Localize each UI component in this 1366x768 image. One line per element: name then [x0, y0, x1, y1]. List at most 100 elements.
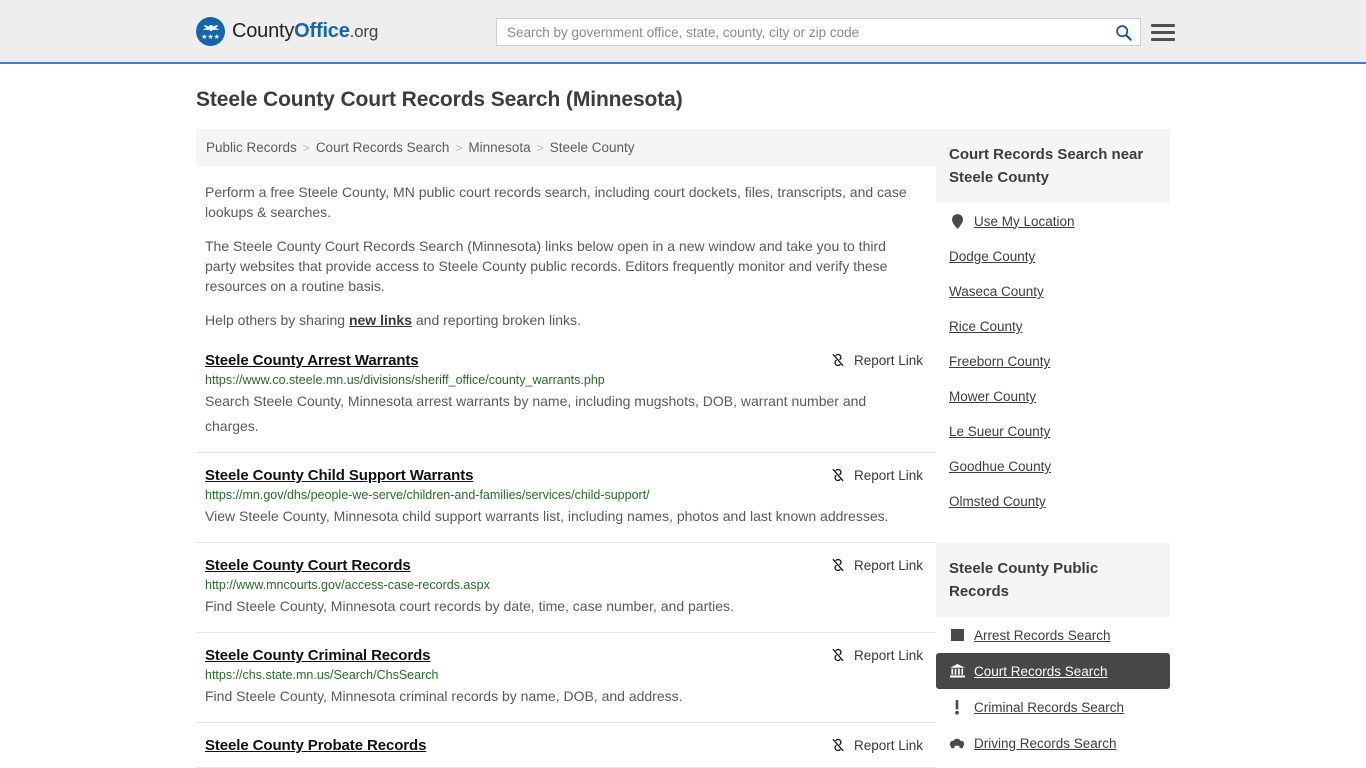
result-url: https://mn.gov/dhs/people-we-serve/child…	[205, 488, 650, 502]
intro-text: Perform a free Steele County, MN public …	[196, 182, 936, 330]
nearby-county-link[interactable]: Rice County	[936, 309, 1170, 344]
exclamation-icon	[955, 699, 959, 715]
result-item: Steele County Court Records Report Link h…	[196, 543, 936, 633]
result-header: Steele County Court Records Report Link	[205, 557, 936, 574]
hamburger-bar-1	[1151, 23, 1175, 27]
result-header: Steele County Child Support Warrants Rep…	[205, 467, 936, 484]
report-link-button[interactable]: Report Link	[830, 557, 936, 573]
report-link-label: Report Link	[853, 647, 923, 663]
public-records-box: Steele County Public Records Arrest Reco…	[936, 543, 1170, 768]
nearby-county-link[interactable]: Freeborn County	[936, 344, 1170, 379]
nearby-county-link[interactable]: Le Sueur County	[936, 414, 1170, 449]
car-icon	[949, 738, 965, 748]
broken-link-icon	[832, 468, 844, 482]
broken-link-icon	[832, 353, 844, 367]
site-logo[interactable]: ★★★ CountyOffice.org	[196, 16, 378, 46]
list-item: Use My Location	[936, 203, 1170, 239]
public-records-link[interactable]: Arrest Records Search	[936, 617, 1170, 653]
page-title: Steele County Court Records Search (Minn…	[196, 88, 683, 111]
broken-link-icon	[832, 648, 844, 662]
public-records-link[interactable]: Driving Records Search	[936, 725, 1170, 761]
public-records-label: Arrest Records Search	[974, 627, 1111, 643]
intro-p3-before: Help others by sharing	[205, 312, 349, 328]
result-title-link[interactable]: Steele County Court Records	[205, 557, 411, 574]
report-link-label: Report Link	[853, 737, 923, 753]
result-url: https://chs.state.mn.us/Search/ChsSearch	[205, 668, 439, 682]
result-description: Find Steele County, Minnesota court reco…	[205, 598, 734, 614]
nearby-county-label: Mower County	[949, 389, 1037, 404]
nearby-county-link[interactable]: Olmsted County	[936, 484, 1170, 519]
logo-text-county: County	[232, 19, 295, 42]
nearby-county-link[interactable]: Mower County	[936, 379, 1170, 414]
courthouse-icon	[949, 664, 965, 678]
result-url: http://www.mncourts.gov/access-case-reco…	[205, 578, 490, 592]
site-logo-text: CountyOffice.org	[232, 20, 378, 43]
public-records-heading: Steele County Public Records	[936, 543, 1170, 617]
breadcrumb-separator-0: >	[302, 140, 310, 155]
result-description: Find Steele County, Minnesota criminal r…	[205, 688, 683, 704]
public-records-label: Court Records Search	[974, 663, 1108, 679]
result-url: https://www.co.steele.mn.us/divisions/sh…	[205, 373, 605, 387]
list-item: Criminal Records Search	[936, 689, 1170, 725]
result-title-link[interactable]: Steele County Child Support Warrants	[205, 467, 473, 484]
public-records-link[interactable]: Court Records Search	[936, 653, 1170, 689]
nearby-county-list: Use My Location Dodge County Waseca County…	[936, 203, 1170, 519]
nearby-searches-box: Court Records Search near Steele County …	[936, 129, 1170, 519]
list-item: Driving Records Search	[936, 725, 1170, 761]
breadcrumb-separator-2: >	[536, 140, 544, 155]
search-icon	[1115, 24, 1132, 41]
list-item: Rice County	[936, 309, 1170, 344]
list-item: Dodge County	[936, 239, 1170, 274]
report-link-button[interactable]: Report Link	[830, 737, 936, 753]
nearby-county-label: Freeborn County	[949, 354, 1051, 369]
content-columns: Public Records > Court Records Search > …	[196, 129, 1366, 768]
logo-text-office: Office	[294, 19, 350, 42]
result-title-link[interactable]: Steele County Probate Records	[205, 737, 426, 754]
stars-glyph: ★★★	[201, 33, 220, 41]
nearby-searches-heading: Court Records Search near Steele County	[936, 129, 1170, 203]
breadcrumb-item-3[interactable]: Steele County	[550, 140, 635, 155]
report-link-button[interactable]: Report Link	[830, 467, 936, 483]
new-links-link[interactable]: new links	[349, 312, 412, 328]
courthouse-icon	[949, 663, 965, 679]
list-item: Court Records Search	[936, 653, 1170, 689]
hamburger-bar-2	[1151, 30, 1175, 34]
main-column: Public Records > Court Records Search > …	[196, 129, 936, 768]
search-input[interactable]	[497, 19, 1106, 45]
search-bar[interactable]	[496, 18, 1141, 46]
result-title-link[interactable]: Steele County Arrest Warrants	[205, 352, 419, 369]
map-pin-icon	[951, 213, 963, 229]
nearby-county-label: Goodhue County	[949, 459, 1052, 474]
list-item: Le Sueur County	[936, 414, 1170, 449]
nearby-county-link[interactable]: Dodge County	[936, 239, 1170, 274]
breadcrumb-item-2[interactable]: Minnesota	[468, 140, 530, 155]
intro-paragraph-2: The Steele County Court Records Search (…	[205, 238, 888, 294]
breadcrumb-item-1[interactable]: Court Records Search	[316, 140, 450, 155]
list-item: Goodhue County	[936, 449, 1170, 484]
result-item: Steele County Arrest Warrants Report Lin…	[196, 352, 936, 453]
breadcrumb: Public Records > Court Records Search > …	[196, 129, 936, 166]
search-button[interactable]	[1106, 19, 1140, 45]
car-icon	[949, 735, 965, 751]
map-pin-icon	[949, 213, 965, 229]
eagle-glyph	[202, 24, 219, 31]
public-records-link[interactable]: Criminal Records Search	[936, 689, 1170, 725]
breadcrumb-item-0[interactable]: Public Records	[206, 140, 297, 155]
result-description: View Steele County, Minnesota child supp…	[205, 508, 889, 524]
result-header: Steele County Arrest Warrants Report Lin…	[205, 352, 936, 369]
nearby-county-link[interactable]: Goodhue County	[936, 449, 1170, 484]
public-records-list: Arrest Records Search Court Records Searc…	[936, 617, 1170, 768]
site-header: ★★★ CountyOffice.org	[0, 0, 1366, 64]
report-link-label: Report Link	[853, 467, 923, 483]
public-records-link[interactable]: Inmate Search	[936, 761, 1170, 768]
list-item: Mower County	[936, 379, 1170, 414]
nearby-county-label: Waseca County	[949, 284, 1044, 299]
report-link-button[interactable]: Report Link	[830, 647, 936, 663]
result-item: Steele County Probate Records Report Lin…	[196, 723, 936, 768]
intro-paragraph-1: Perform a free Steele County, MN public …	[205, 184, 907, 220]
nearby-county-link[interactable]: Waseca County	[936, 274, 1170, 309]
hamburger-menu-icon[interactable]	[1151, 20, 1175, 44]
result-title-link[interactable]: Steele County Criminal Records	[205, 647, 431, 664]
report-link-button[interactable]: Report Link	[830, 352, 936, 368]
nearby-county-link[interactable]: Use My Location	[936, 203, 1170, 239]
